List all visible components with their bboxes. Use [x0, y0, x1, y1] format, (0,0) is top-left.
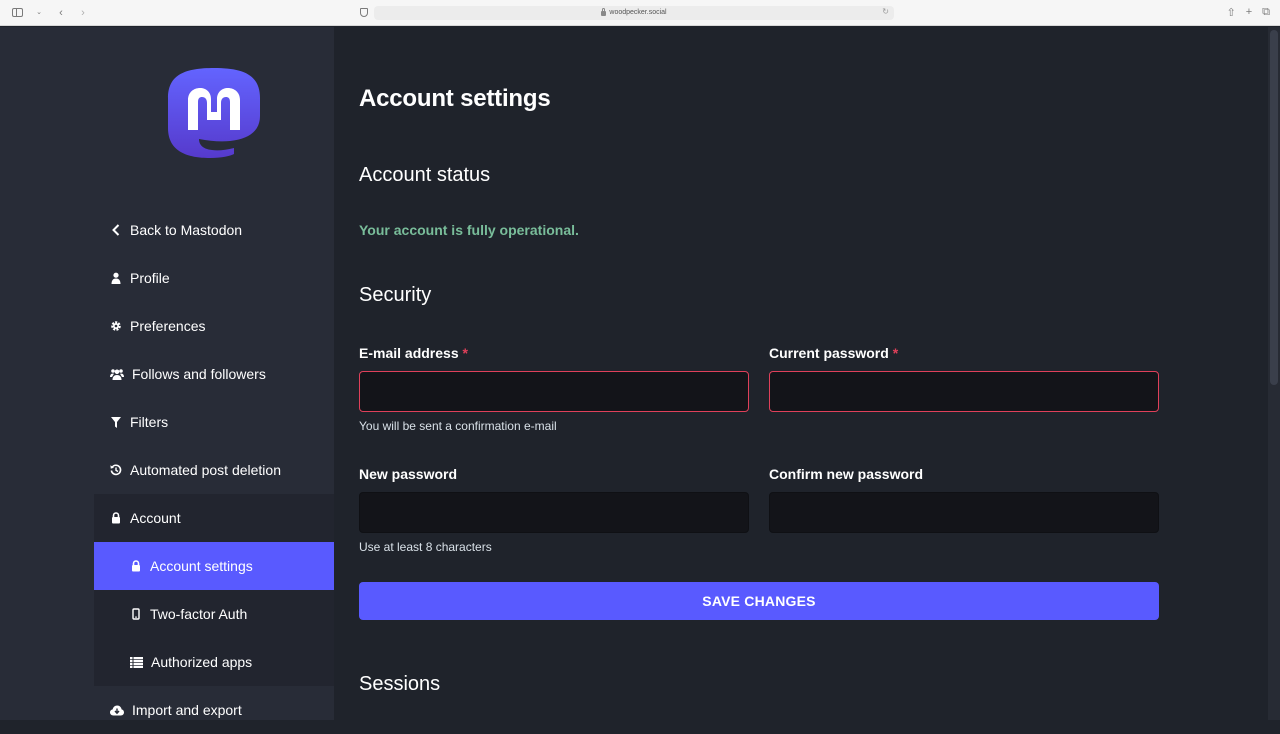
sidebar-item-label: Account [130, 510, 181, 526]
current-password-field[interactable] [769, 371, 1159, 412]
sidebar-item-account-settings[interactable]: Account settings [94, 542, 334, 590]
cloud-download-icon [110, 703, 124, 717]
sidebar-item-account[interactable]: Account [94, 494, 334, 542]
scrollbar-thumb[interactable] [1270, 30, 1278, 385]
lock-icon [130, 559, 142, 573]
sidebar-item-label: Authorized apps [151, 654, 253, 670]
sidebar-item-follows[interactable]: Follows and followers [94, 350, 334, 398]
sidebar-item-label: Back to Mastodon [130, 222, 243, 238]
sessions-heading: Sessions [359, 673, 441, 695]
settings-nav: Back to Mastodon Profile Preferences Fol… [94, 206, 334, 734]
user-icon [110, 271, 122, 285]
new-password-field[interactable] [359, 492, 749, 533]
account-status-message: Your account is fully operational. [359, 222, 579, 238]
chevron-left-icon [110, 223, 122, 237]
sidebar-item-label: Automated post deletion [130, 462, 281, 478]
sidebar-toggle-icon[interactable] [10, 6, 24, 20]
mobile-icon [130, 607, 142, 621]
back-arrow-icon[interactable]: ‹ [54, 6, 68, 20]
save-changes-button[interactable]: SAVE CHANGES [359, 582, 1159, 620]
sidebar-item-import-export[interactable]: Import and export [94, 686, 334, 734]
list-icon [130, 655, 143, 669]
new-password-label: New password [359, 466, 458, 482]
lock-icon [110, 511, 122, 525]
sidebar-item-label: Preferences [130, 318, 206, 334]
sidebar-item-label: Two-factor Auth [150, 606, 248, 622]
account-section: Account Account settings Two-factor Auth… [94, 494, 334, 686]
email-label: E-mail address * [359, 345, 468, 361]
address-bar[interactable]: woodpecker.social ↻ [374, 5, 894, 20]
page-title: Account settings [359, 85, 551, 112]
shield-icon[interactable] [360, 8, 368, 17]
confirm-password-field[interactable] [769, 492, 1159, 533]
current-password-label-text: Current password [769, 345, 889, 361]
browser-toolbar: ⌄ ‹ › woodpecker.social ↻ ⇧ + ⧉ [0, 0, 1280, 26]
history-icon [110, 463, 122, 477]
sidebar-item-automated-deletion[interactable]: Automated post deletion [94, 446, 334, 494]
email-label-text: E-mail address [359, 345, 459, 361]
confirm-password-label: Confirm new password [769, 466, 924, 482]
sidebar-item-label: Filters [130, 414, 169, 430]
sidebar-item-label: Follows and followers [132, 366, 266, 382]
chevron-down-icon[interactable]: ⌄ [32, 6, 46, 20]
tabs-overview-icon[interactable]: ⧉ [1262, 6, 1270, 19]
sidebar-item-authorized-apps[interactable]: Authorized apps [94, 638, 334, 686]
mastodon-logo[interactable] [166, 66, 262, 166]
reload-icon[interactable]: ↻ [882, 7, 889, 16]
security-heading: Security [359, 284, 432, 306]
email-field[interactable] [359, 371, 749, 412]
users-icon [110, 367, 124, 381]
url-text: woodpecker.social [609, 9, 667, 16]
email-hint: You will be sent a confirmation e-mail [359, 419, 557, 433]
current-password-label: Current password * [769, 345, 898, 361]
sidebar-item-preferences[interactable]: Preferences [94, 302, 334, 350]
sidebar-item-filters[interactable]: Filters [94, 398, 334, 446]
lock-icon [601, 8, 607, 16]
sidebar-item-two-factor[interactable]: Two-factor Auth [94, 590, 334, 638]
required-mark: * [892, 345, 899, 361]
new-password-hint: Use at least 8 characters [359, 540, 492, 554]
sidebar-item-profile[interactable]: Profile [94, 254, 334, 302]
account-status-heading: Account status [359, 164, 491, 186]
share-icon[interactable]: ⇧ [1226, 6, 1235, 19]
new-tab-icon[interactable]: + [1246, 6, 1252, 19]
sidebar-item-label: Account settings [150, 558, 253, 574]
sidebar-item-label: Profile [130, 270, 170, 286]
sidebar-item-label: Import and export [132, 702, 242, 718]
forward-arrow-icon[interactable]: › [76, 6, 90, 20]
required-mark: * [462, 345, 468, 361]
sidebar-item-back[interactable]: Back to Mastodon [94, 206, 334, 254]
filter-icon [110, 415, 122, 429]
gear-icon [110, 319, 122, 333]
